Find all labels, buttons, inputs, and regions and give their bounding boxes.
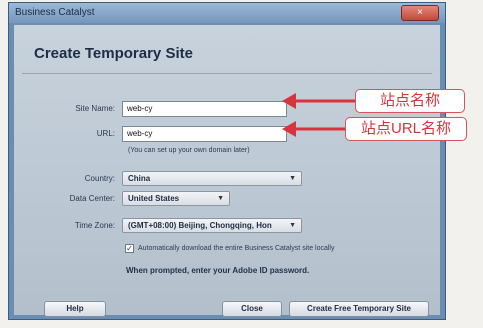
annotation-site-url: 站点URL名称 bbox=[345, 117, 467, 141]
site-url-arrow bbox=[282, 121, 345, 137]
annotation-arrows bbox=[282, 93, 355, 137]
annotation-site-name: 站点名称 bbox=[355, 89, 465, 113]
site-name-arrow bbox=[282, 93, 355, 109]
